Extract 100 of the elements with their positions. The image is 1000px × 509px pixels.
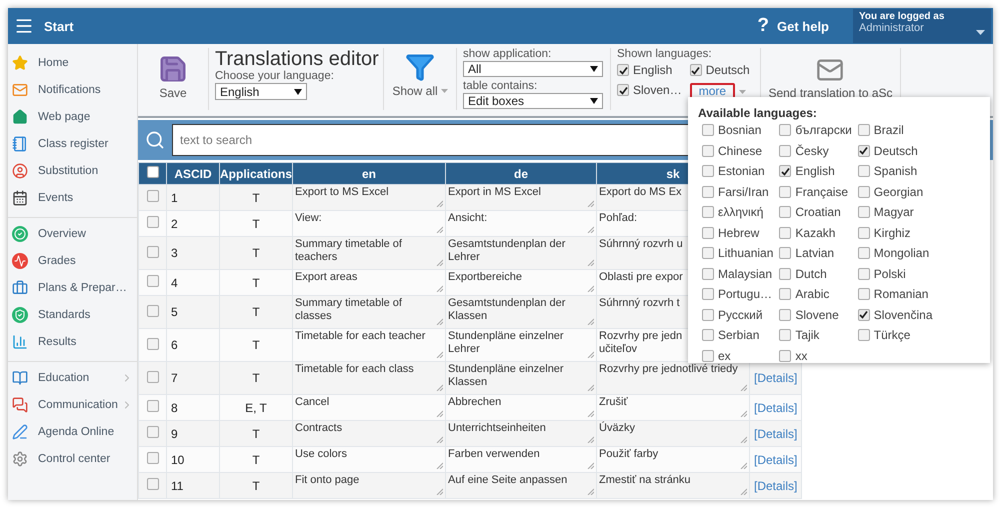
checkbox-label: Tajik: [795, 328, 820, 342]
page-title: Translations editor: [215, 48, 379, 70]
user-menu[interactable]: You are logged as Administrator: [853, 9, 991, 43]
help-button[interactable]: ? Get help: [757, 15, 829, 37]
checkbox-label: Slovene: [795, 308, 839, 322]
language-select[interactable]: English: [215, 83, 307, 100]
text-area[interactable]: Zmestiť na stránku: [597, 473, 749, 497]
text-area[interactable]: Export to MS Excel: [293, 185, 445, 209]
checkbox-label: Romanian: [874, 287, 928, 301]
field-label: Choose your language:: [215, 70, 334, 83]
sidebar-item[interactable]: Communication: [8, 391, 137, 418]
text-area[interactable]: Unterrichtseinheiten: [446, 421, 596, 445]
text-area[interactable]: Úväzky: [597, 421, 749, 445]
sidebar-item[interactable]: Class register: [8, 130, 137, 157]
menu-button[interactable]: Start: [8, 16, 74, 36]
checkbox-label: Mongolian: [874, 246, 930, 260]
text-area[interactable]: Farben verwenden: [446, 447, 596, 471]
send-translation-button[interactable]: Send translation to aSc: [768, 56, 893, 100]
checkbox-label: Lithuanian: [718, 246, 774, 260]
checkbox-label: Spanish: [874, 164, 918, 178]
checkbox-label: Française: [795, 184, 848, 198]
checkbox-label: Kazakh: [795, 226, 836, 240]
user-name: Administrator: [859, 22, 924, 34]
text-area[interactable]: Gesamtstundenplan der Lehrer: [446, 237, 596, 268]
checkbox-label: Chinese: [718, 144, 762, 158]
sidebar-item[interactable]: Control center: [8, 445, 137, 472]
user-caption: You are logged as: [859, 11, 944, 22]
text-area[interactable]: Použiť farby: [597, 447, 749, 471]
checkbox-label: Portugu…: [718, 287, 772, 301]
sidebar-item[interactable]: Overview: [8, 220, 137, 247]
checkbox-label: български: [795, 123, 852, 137]
sidebar-item[interactable]: Education: [8, 364, 137, 391]
sidebar-item[interactable]: Events: [8, 184, 137, 211]
text-area[interactable]: Gesamtstundenplan der Klassen: [446, 296, 596, 327]
text-area[interactable]: Ansicht:: [446, 211, 596, 235]
dropdown-title: Available languages:: [698, 106, 818, 120]
checkbox-label: Georgian: [874, 184, 924, 198]
sidebar-item[interactable]: Plans & Prepar…: [8, 274, 137, 301]
sidebar-item[interactable]: Grades: [8, 247, 137, 274]
checkbox-label: Polski: [874, 266, 906, 280]
checkbox-label: Česky: [795, 144, 829, 158]
checkbox-label: Kirghiz: [874, 226, 910, 240]
checkbox-label: Sloven…: [633, 83, 682, 97]
show-all-button[interactable]: Show all: [392, 52, 448, 98]
text-area[interactable]: Summary timetable of teachers: [293, 237, 445, 268]
text-area[interactable]: Summary timetable of classes: [293, 296, 445, 327]
checkbox-label: Bosnian: [718, 123, 762, 137]
text-area[interactable]: Stundenpläne einzelner Lehrer: [446, 329, 596, 360]
text-area[interactable]: Timetable for each class: [293, 362, 445, 393]
sidebar-item[interactable]: Home: [8, 49, 137, 76]
text-area[interactable]: Stundenpläne einzelner Klassen: [446, 362, 596, 393]
table-cell: 11: [166, 472, 220, 498]
sidebar-item[interactable]: Standards: [8, 301, 137, 328]
text-area[interactable]: Abbrechen: [446, 395, 596, 419]
field-label: Shown languages:: [617, 48, 712, 61]
text-area[interactable]: Zrušiť: [597, 395, 749, 419]
checkbox-label: English: [633, 63, 672, 77]
field-label: show application:: [463, 48, 552, 61]
text-area[interactable]: Rozvrhy pre jednotlivé triedy: [597, 362, 749, 393]
checkbox-label: Arabic: [795, 287, 830, 301]
table-contains-select[interactable]: Edit boxes: [463, 93, 603, 109]
text-area[interactable]: Export in MS Excel: [446, 185, 596, 209]
sidebar-item[interactable]: Substitution: [8, 157, 137, 184]
sidebar-item[interactable]: Notifications: [8, 76, 137, 103]
field-label: table contains:: [463, 80, 538, 93]
checkbox-label: ελληνική: [718, 205, 764, 219]
text-area[interactable]: Contracts: [293, 421, 445, 445]
checkbox-label: Русский: [718, 308, 763, 322]
checkbox-label: Farsi/Iran: [718, 184, 769, 198]
checkbox-label: Croatian: [795, 205, 841, 219]
sidebar-item[interactable]: Agenda Online: [8, 418, 137, 445]
text-area[interactable]: Fit onto page: [293, 473, 445, 497]
text-area[interactable]: View:: [293, 211, 445, 235]
column-header: de: [446, 162, 596, 184]
save-button[interactable]: Save: [158, 54, 188, 100]
text-area[interactable]: Use colors: [293, 447, 445, 471]
table-cell: T: [220, 472, 292, 498]
checkbox-label: Deutsch: [874, 144, 918, 158]
checkbox-label: Brazil: [874, 123, 904, 137]
checkbox-label: Magyar: [874, 205, 914, 219]
checkbox-label: Hebrew: [718, 226, 760, 240]
checkbox-label: Türkçe: [874, 328, 910, 342]
sidebar-item[interactable]: Results: [8, 328, 137, 355]
text-area[interactable]: Cancel: [293, 395, 445, 419]
text-area[interactable]: Export areas: [293, 270, 445, 294]
checkbox-label: English: [795, 164, 835, 178]
text-area[interactable]: Timetable for each teacher: [293, 329, 445, 360]
checkbox-label: Slovenčina: [874, 308, 932, 322]
checkbox-label: ex: [718, 348, 731, 362]
checkbox-label: Latvian: [795, 246, 834, 260]
column-header: ASCID: [166, 162, 220, 184]
column-header: Applications: [220, 162, 292, 184]
column-header: en: [292, 162, 446, 184]
checkbox-label: Serbian: [718, 328, 760, 342]
checkbox-label: Malaysian: [718, 266, 772, 280]
text-area[interactable]: Exportbereiche: [446, 270, 596, 294]
application-select[interactable]: All: [463, 61, 603, 77]
text-area[interactable]: Auf eine Seite anpassen: [446, 473, 596, 497]
sidebar-item[interactable]: Web page: [8, 103, 137, 130]
checkbox-label: Dutch: [795, 266, 827, 280]
